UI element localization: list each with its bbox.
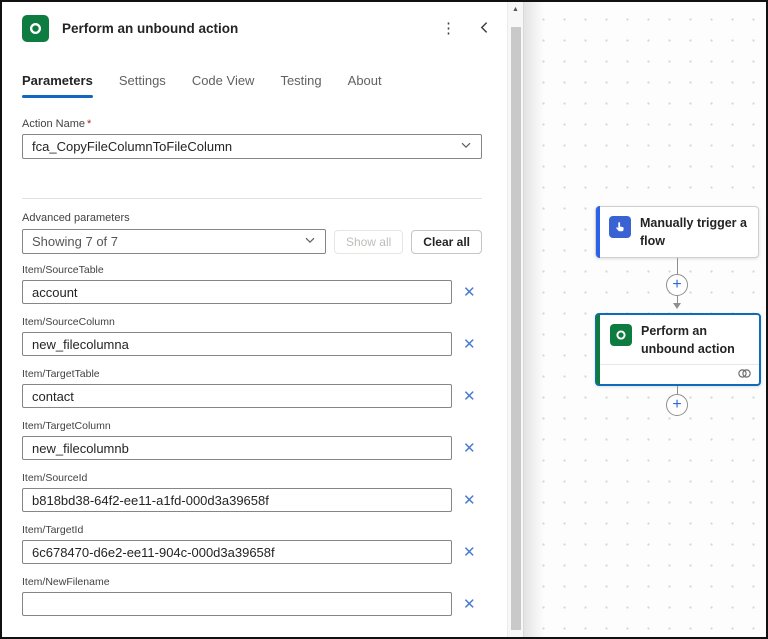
tab-settings[interactable]: Settings [119, 73, 166, 98]
flow-editor-window: Perform an unbound action ⋮ Parameters S… [0, 0, 768, 639]
tab-testing[interactable]: Testing [280, 73, 321, 98]
action-name-value: fca_CopyFileColumnToFileColumn [32, 139, 233, 154]
panel-header-actions: ⋮ [437, 19, 495, 39]
scroll-up-icon[interactable]: ▲ [508, 6, 523, 13]
new-filename-input[interactable] [22, 592, 452, 616]
show-all-button[interactable]: Show all [333, 229, 404, 254]
source-table-input[interactable] [22, 280, 452, 304]
panel-header: Perform an unbound action ⋮ [22, 15, 495, 42]
required-marker: * [86, 118, 92, 130]
field-source-column: Item/SourceColumn ✕ [22, 316, 482, 356]
section-divider [22, 198, 482, 199]
field-target-id: Item/TargetId ✕ [22, 524, 482, 564]
source-id-input[interactable] [22, 488, 452, 512]
tab-about[interactable]: About [348, 73, 382, 98]
connector-line [677, 386, 678, 394]
field-source-id: Item/SourceId ✕ [22, 472, 482, 512]
dismiss-icon[interactable]: ✕ [461, 441, 478, 456]
target-id-input[interactable] [22, 540, 452, 564]
dismiss-icon[interactable]: ✕ [461, 597, 478, 612]
chevron-down-icon [304, 234, 316, 249]
unbound-action-card-selected[interactable]: Perform an unbound action [595, 313, 761, 386]
action-config-panel: Perform an unbound action ⋮ Parameters S… [2, 2, 507, 637]
scrollbar-thumb[interactable] [511, 27, 521, 630]
connector-line [677, 296, 678, 303]
action-name-label: Action Name * [22, 118, 92, 130]
dataverse-icon [22, 15, 49, 42]
collapse-panel-icon[interactable] [474, 19, 495, 39]
insert-action-plus-icon[interactable]: + [666, 394, 688, 416]
clear-all-button[interactable]: Clear all [411, 229, 482, 254]
parameter-fields: Item/SourceTable ✕ Item/SourceColumn ✕ I… [22, 264, 482, 628]
field-target-column: Item/TargetColumn ✕ [22, 420, 482, 460]
trigger-card[interactable]: Manually trigger a flow [595, 206, 759, 258]
action-accent-bar [596, 314, 600, 385]
advanced-parameters-dropdown[interactable]: Showing 7 of 7 [22, 229, 326, 254]
manual-trigger-icon [609, 216, 631, 238]
action-card-footer [597, 364, 759, 384]
advanced-parameters-label: Advanced parameters [22, 212, 130, 224]
target-table-input[interactable] [22, 384, 452, 408]
insert-action-plus-icon[interactable]: + [666, 274, 688, 296]
connection-icon [737, 366, 752, 384]
dataverse-icon [610, 324, 632, 346]
target-column-input[interactable] [22, 436, 452, 460]
advanced-parameters-group: Advanced parameters Showing 7 of 7 Show … [22, 212, 482, 254]
panel-title: Perform an unbound action [62, 21, 239, 36]
field-target-table: Item/TargetTable ✕ [22, 368, 482, 408]
action-card-title: Perform an unbound action [641, 324, 735, 356]
panel-scrollbar[interactable]: ▲ [507, 2, 523, 637]
connector-arrow-icon [673, 303, 681, 309]
source-column-input[interactable] [22, 332, 452, 356]
chevron-down-icon [460, 139, 472, 154]
trigger-accent-bar [596, 206, 600, 258]
field-new-filename: Item/NewFilename ✕ [22, 576, 482, 616]
connector-line [677, 258, 678, 274]
dismiss-icon[interactable]: ✕ [461, 337, 478, 352]
more-options-icon[interactable]: ⋮ [437, 19, 460, 38]
advanced-parameters-value: Showing 7 of 7 [32, 234, 119, 249]
dismiss-icon[interactable]: ✕ [461, 285, 478, 300]
dismiss-icon[interactable]: ✕ [461, 493, 478, 508]
flow-canvas[interactable]: Manually trigger a flow + Perform an unb… [523, 2, 766, 637]
dismiss-icon[interactable]: ✕ [461, 389, 478, 404]
advanced-parameters-row: Showing 7 of 7 Show all Clear all [22, 229, 482, 254]
action-name-group: Action Name * fca_CopyFileColumnToFileCol… [22, 118, 482, 159]
panel-tabs: Parameters Settings Code View Testing Ab… [22, 73, 382, 98]
action-name-dropdown[interactable]: fca_CopyFileColumnToFileColumn [22, 134, 482, 159]
dismiss-icon[interactable]: ✕ [461, 545, 478, 560]
field-source-table: Item/SourceTable ✕ [22, 264, 482, 304]
trigger-card-title: Manually trigger a flow [640, 216, 747, 248]
tab-parameters[interactable]: Parameters [22, 73, 93, 98]
tab-code-view[interactable]: Code View [192, 73, 255, 98]
